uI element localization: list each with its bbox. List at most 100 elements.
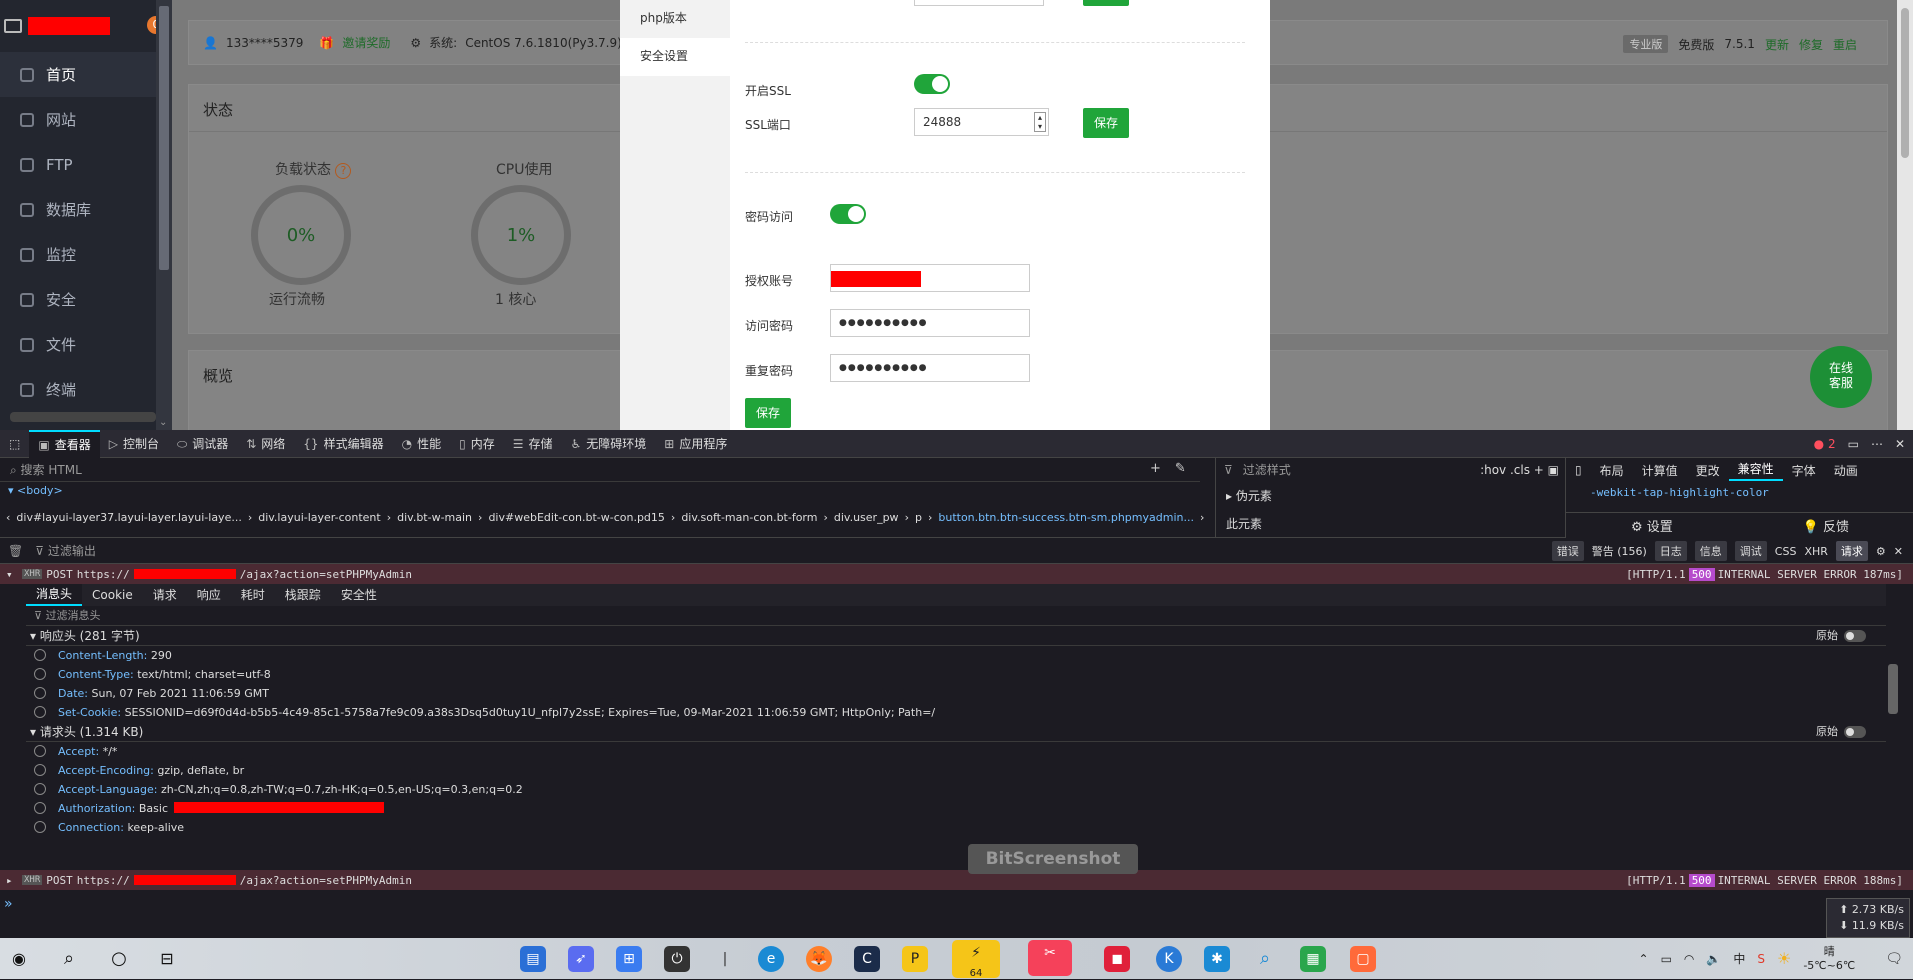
- file-explorer-icon[interactable]: ▤: [520, 946, 546, 972]
- battery-icon[interactable]: ▭: [1661, 952, 1672, 966]
- toggle-switch[interactable]: [1844, 630, 1866, 642]
- sidebar-item-terminal[interactable]: 终端: [0, 367, 156, 412]
- store-icon[interactable]: ⊞: [616, 946, 642, 972]
- top-save-button[interactable]: [1083, 0, 1129, 6]
- help-icon[interactable]: [34, 649, 46, 661]
- sidebar-scrollbar[interactable]: ⌄: [156, 0, 172, 430]
- console-prompt[interactable]: »: [4, 896, 13, 912]
- help-icon[interactable]: [34, 687, 46, 699]
- pro-badge[interactable]: 专业版: [1623, 35, 1669, 53]
- help-icon[interactable]: [34, 802, 46, 814]
- help-icon[interactable]: [34, 706, 46, 718]
- header-filter-input[interactable]: ⊽ 过滤消息头: [26, 606, 1886, 626]
- ssl-toggle[interactable]: [914, 74, 950, 94]
- tab-accessibility[interactable]: ♿ 无障碍环境: [562, 430, 656, 458]
- filter-warnings[interactable]: 警告 (156): [1592, 543, 1647, 559]
- update-link[interactable]: 更新: [1765, 36, 1789, 53]
- close-icon[interactable]: ✕: [1894, 545, 1903, 558]
- screenshot-app-icon[interactable]: ✂: [1028, 940, 1072, 976]
- filter-errors[interactable]: 错误: [1551, 541, 1584, 561]
- html-search-input[interactable]: ⌕ 搜索 HTML: [0, 458, 1200, 482]
- breadcrumb-item[interactable]: button.btn.btn-success.btn-sm.phpmyadmin…: [938, 511, 1194, 524]
- tab-security[interactable]: 安全性: [331, 585, 387, 605]
- app-64-icon[interactable]: P: [902, 946, 928, 972]
- tab-console[interactable]: ▷ 控制台: [100, 430, 168, 458]
- tab-application[interactable]: ⊞ 应用程序: [655, 430, 736, 458]
- raw-toggle[interactable]: 原始: [1816, 626, 1866, 646]
- tab-compatibility[interactable]: 兼容性: [1728, 459, 1783, 481]
- sidebar-item-ftp[interactable]: FTP: [0, 142, 156, 187]
- ssl-port-input[interactable]: 24888 ▴ ▾: [914, 108, 1049, 136]
- feedback-button[interactable]: 💡 反馈: [1803, 516, 1849, 535]
- password-input[interactable]: ●●●●●●●●●●: [830, 309, 1030, 337]
- scrollbar-thumb[interactable]: [1888, 664, 1898, 714]
- password-access-toggle[interactable]: [830, 204, 866, 224]
- filter-css[interactable]: CSS: [1775, 545, 1797, 558]
- search-app-icon[interactable]: ⌕: [1252, 946, 1278, 972]
- wifi-icon[interactable]: ◠: [1684, 952, 1694, 966]
- tab-headers[interactable]: 消息头: [26, 584, 83, 606]
- tab-performance[interactable]: ◔ 性能: [393, 430, 451, 458]
- tab-layout[interactable]: 布局: [1591, 462, 1633, 479]
- ime-icon[interactable]: S: [1757, 952, 1765, 966]
- breadcrumb-item[interactable]: div.layui-layer-content: [258, 511, 380, 524]
- help-icon[interactable]: [34, 668, 46, 680]
- chevron-right-icon[interactable]: ▸: [6, 874, 13, 887]
- cortana-icon[interactable]: ○: [106, 946, 132, 972]
- tab-computed[interactable]: 计算值: [1633, 462, 1687, 479]
- help-icon[interactable]: [34, 745, 46, 757]
- help-icon[interactable]: [34, 764, 46, 776]
- breadcrumb-item[interactable]: div.user_pw: [834, 511, 899, 524]
- number-stepper[interactable]: ▴ ▾: [1034, 112, 1046, 132]
- input-language[interactable]: 中: [1733, 950, 1745, 967]
- chevron-down-icon[interactable]: ⌄: [159, 417, 167, 428]
- scrollbar-thumb[interactable]: [1901, 8, 1909, 158]
- sidebar-toggle-icon[interactable]: ▯: [1566, 463, 1591, 477]
- raw-toggle[interactable]: 原始: [1816, 722, 1866, 742]
- tab-storage[interactable]: ☰ 存储: [504, 430, 562, 458]
- dock-icon[interactable]: ▭: [1848, 437, 1859, 451]
- edge-icon[interactable]: e: [758, 946, 784, 972]
- chevron-left-icon[interactable]: ‹: [6, 511, 10, 524]
- body-node[interactable]: ▾ <body>: [8, 484, 63, 497]
- chevron-right-icon[interactable]: ›: [1200, 511, 1204, 524]
- pseudo-elements[interactable]: ▸ 伪元素: [1216, 482, 1565, 510]
- tab-stack-trace[interactable]: 栈跟踪: [275, 585, 331, 605]
- firefox-icon[interactable]: 🦊: [806, 946, 832, 972]
- help-icon[interactable]: [34, 821, 46, 833]
- breadcrumb-item[interactable]: div.soft-man-con.bt-form: [681, 511, 817, 524]
- tab-memory[interactable]: ▯ 内存: [450, 430, 504, 458]
- chevron-down-icon[interactable]: ▾: [6, 568, 13, 581]
- filter-xhr[interactable]: XHR: [1804, 545, 1827, 558]
- invite-link[interactable]: 邀请奖励: [342, 34, 390, 51]
- weather-icon[interactable]: ☀: [1777, 949, 1791, 968]
- filter-debug[interactable]: 调试: [1734, 541, 1767, 561]
- page-scrollbar[interactable]: [1897, 0, 1913, 430]
- sidebar-item-website[interactable]: 网站: [0, 97, 156, 142]
- tab-changes[interactable]: 更改: [1687, 462, 1729, 479]
- rocket-app-icon[interactable]: ➶: [568, 946, 594, 972]
- response-headers-section[interactable]: ▾ 响应头 (281 字节) 原始: [26, 626, 1886, 646]
- sidebar-item-files[interactable]: 文件: [0, 322, 156, 367]
- filter-logs[interactable]: 日志: [1654, 541, 1687, 561]
- tab-inspector[interactable]: ▣ 查看器: [29, 429, 100, 458]
- orange-app-icon[interactable]: ▢: [1350, 946, 1376, 972]
- tab-response[interactable]: 响应: [187, 585, 231, 605]
- ssl-save-button[interactable]: 保存: [1083, 108, 1129, 138]
- error-count[interactable]: ● 2: [1814, 437, 1836, 451]
- scrollbar-thumb[interactable]: [159, 6, 169, 270]
- star-app-icon[interactable]: ✱: [1204, 946, 1230, 972]
- close-icon[interactable]: ✕: [1895, 437, 1905, 451]
- style-filter-input[interactable]: 过滤样式: [1243, 458, 1291, 482]
- filter-info[interactable]: 信息: [1694, 541, 1727, 561]
- load-gauge[interactable]: 0%: [251, 185, 351, 285]
- tab-timings[interactable]: 耗时: [231, 585, 275, 605]
- notification-icon[interactable]: 🗨: [1885, 951, 1903, 967]
- console-filter-input[interactable]: ⊽ 过滤输出: [35, 542, 96, 559]
- tab-animations[interactable]: 动画: [1825, 462, 1867, 479]
- k-app-icon[interactable]: K: [1156, 946, 1182, 972]
- notes-app-icon[interactable]: ▦: [1300, 946, 1326, 972]
- toggle-switch[interactable]: [1844, 726, 1866, 738]
- breadcrumb-item[interactable]: div#layui-layer37.layui-layer.layui-laye…: [16, 511, 241, 524]
- active-app-icon[interactable]: ⚡ 64: [952, 940, 1000, 979]
